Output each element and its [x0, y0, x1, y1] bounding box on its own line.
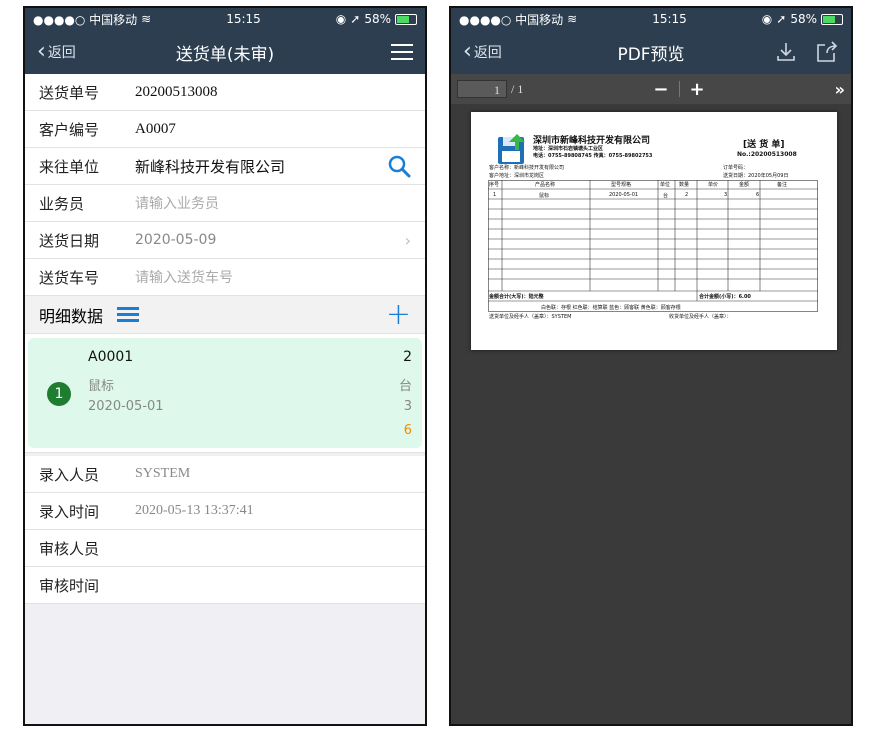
pdf-td-6: 6 — [756, 192, 760, 198]
item-unit: 台 — [398, 379, 412, 394]
download-icon[interactable] — [775, 41, 797, 63]
field-vehicle-no[interactable]: 送货车号 请输入送货车号 — [25, 259, 425, 296]
pdf-th-6: 金额 — [739, 182, 750, 188]
floppy-logo-icon — [498, 134, 525, 164]
location-icon: ◉ — [335, 12, 347, 26]
page-total: / 1 — [511, 81, 524, 96]
page-title: 送货单(未审) — [175, 44, 275, 65]
status-bar: ●●●●○ 中国移动 ≋ 15:15 ◉ ➚ 58% — [451, 8, 851, 30]
field-salesperson[interactable]: 业务员 请输入业务员 — [25, 185, 425, 222]
more-tools-button[interactable]: » — [835, 80, 845, 99]
item-qty: 2 — [403, 349, 412, 365]
pdf-td-5: 3 — [724, 192, 728, 198]
pdf-copies: 白色联：存根 红色联：结算联 蓝色：顾客联 黄色联：顾客存根 — [541, 305, 681, 311]
pdf-td-1: 鼠标 — [539, 193, 550, 199]
section-title: 明细数据 — [39, 306, 104, 326]
pdf-order-no: 订单号码： — [723, 165, 749, 171]
wifi-icon: ≋ — [141, 12, 152, 26]
battery-text: 58% — [790, 12, 817, 26]
menu-icon[interactable] — [391, 44, 413, 60]
pdf-th-7: 备注 — [777, 182, 788, 188]
meta-entry-user: 录入人员 SYSTEM — [25, 456, 425, 493]
pdf-th-5: 单价 — [708, 182, 719, 188]
list-icon[interactable] — [117, 307, 140, 322]
chevron-left-icon: ‹ — [37, 39, 46, 64]
meta-audit-user: 审核人员 — [25, 530, 425, 567]
status-bar: ●●●●○ 中国移动 ≋ 15:15 ◉ ➚ 58% — [25, 8, 425, 30]
pdf-td-2: 2020-05-01 — [609, 192, 639, 198]
carrier: ●●●●○ 中国移动 — [33, 12, 138, 27]
add-item-icon[interactable]: + — [386, 299, 411, 330]
field-delivery-date[interactable]: 送货日期 2020-05-09 › — [25, 222, 425, 259]
pdf-toolbar: 1 / 1 − + » — [451, 74, 851, 104]
battery-text: 58% — [364, 12, 391, 26]
item-date: 2020-05-01 — [88, 399, 164, 414]
pdf-th-0: 序号 — [489, 182, 500, 188]
carrier: ●●●●○ 中国移动 — [459, 12, 564, 27]
pdf-th-3: 单位 — [660, 182, 671, 188]
pdf-th-2: 型号规格 — [611, 182, 632, 188]
meta-entry-time: 录入时间 2020-05-13 13:37:41 — [25, 493, 425, 530]
pdf-customer-addr: 客户地址：深圳市龙岗区 — [489, 173, 545, 179]
pdf-phone: 电话：0755-89808745 传真：0755-89802753 — [533, 153, 653, 159]
item-amount: 6 — [403, 423, 412, 438]
pdf-page: 深圳市新峰科技开发有限公司 地址：深圳市石岩镇塘头工业区 电话：0755-898… — [471, 112, 837, 350]
pdf-td-3: 台 — [663, 193, 669, 199]
share-icon[interactable] — [815, 40, 839, 64]
pdf-doc-title: [送 货 单] — [743, 140, 785, 150]
detail-item[interactable]: 1 A0001 鼠标 2020-05-01 2 台 3 6 — [28, 338, 422, 448]
pdf-total-lower: 合计金额(小写)：6.00 — [699, 294, 751, 300]
field-customer-code[interactable]: 客户编号 A0007 — [25, 111, 425, 148]
back-button[interactable]: ‹ 返回 — [37, 41, 76, 63]
pdf-doc-no: No.:20200513008 — [737, 151, 797, 158]
pdf-customer-name: 客户名称：新峰科技开发有限公司 — [489, 165, 565, 171]
nav-bar: ‹ 返回 送货单(未审) — [25, 30, 425, 74]
meta-audit-time: 审核时间 — [25, 567, 425, 604]
chevron-left-icon: ‹ — [463, 39, 472, 64]
pdf-td-0: 1 — [493, 192, 497, 198]
detail-section-header: 明细数据 + — [25, 296, 425, 334]
item-price: 3 — [403, 399, 412, 414]
arrow-icon: ➚ — [776, 12, 787, 26]
pdf-total-upper: 金额合计(大写)：陆元整 — [489, 294, 544, 300]
pdf-address: 地址：深圳市石岩镇塘头工业区 — [533, 146, 604, 152]
search-icon[interactable] — [387, 154, 411, 178]
edit-screen: ●●●●○ 中国移动 ≋ 15:15 ◉ ➚ 58% ‹ 返回 送货单(未审) 送货单号… — [23, 6, 427, 726]
pdf-preview-screen: ●●●●○ 中国移动 ≋ 15:15 ◉ ➚ 58% ‹ 返回 PDF预览 1 / 1 … — [449, 6, 853, 726]
clock: 15:15 — [652, 12, 687, 26]
pdf-receiver: 收货单位及经手人（盖章）： — [669, 314, 732, 320]
pdf-ship-date: 送货日期：2020年05月09日 — [723, 173, 789, 179]
item-name: 鼠标 — [88, 379, 115, 394]
pdf-td-4: 2 — [685, 192, 689, 198]
field-partner[interactable]: 来往单位 新峰科技开发有限公司 — [25, 148, 425, 185]
nav-bar: ‹ 返回 PDF预览 — [451, 30, 851, 74]
back-button[interactable]: ‹ 返回 — [463, 41, 502, 63]
battery-icon — [394, 13, 417, 25]
item-index-badge: 1 — [47, 382, 71, 406]
location-icon: ◉ — [761, 12, 773, 26]
zoom-out-button[interactable]: − — [653, 79, 668, 100]
battery-icon — [820, 13, 843, 25]
detail-list: 1 A0001 鼠标 2020-05-01 2 台 3 6 — [25, 334, 425, 453]
wifi-icon: ≋ — [567, 12, 578, 26]
pdf-sender: 送货单位及经手人（盖章）：SYSTEM — [489, 314, 572, 320]
zoom-in-button[interactable]: + — [690, 79, 705, 100]
pdf-th-1: 产品名称 — [535, 182, 556, 188]
chevron-right-icon: › — [404, 230, 411, 250]
field-delivery-no[interactable]: 送货单号 20200513008 — [25, 74, 425, 111]
pdf-th-4: 数量 — [679, 182, 690, 188]
clock: 15:15 — [226, 12, 261, 26]
item-code: A0001 — [88, 349, 134, 365]
page-number-input[interactable]: 1 — [457, 80, 507, 98]
arrow-icon: ➚ — [350, 12, 361, 26]
